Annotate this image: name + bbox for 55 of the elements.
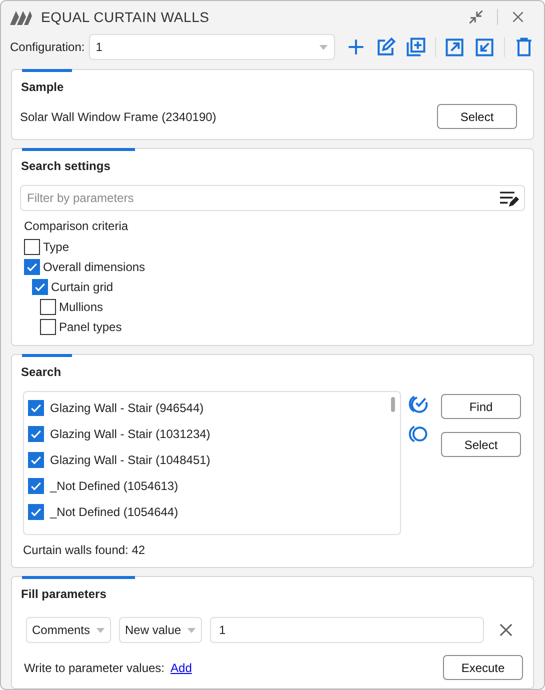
write-label: Write to parameter values:: [24, 660, 165, 676]
checkbox[interactable]: [24, 259, 40, 275]
duplicate-icon[interactable]: [405, 36, 427, 58]
import-icon[interactable]: [474, 36, 496, 58]
result-item[interactable]: Glazing Wall - Stair (946544): [28, 395, 396, 421]
caret-icon: [96, 628, 106, 632]
section-title: Search settings: [20, 158, 112, 175]
checkbox[interactable]: [28, 478, 44, 494]
filter-field[interactable]: Filter by parameters: [20, 185, 525, 211]
checkbox[interactable]: [28, 452, 44, 468]
checkbox[interactable]: [40, 299, 56, 315]
caret-icon: [187, 628, 196, 632]
close-icon[interactable]: [498, 622, 514, 638]
select-button[interactable]: Select: [441, 432, 521, 457]
export-icon[interactable]: [444, 36, 466, 58]
checkbox-label: Panel types: [59, 319, 122, 336]
checkbox-label: Overall dimensions: [43, 259, 146, 276]
checkbox-label: Curtain grid: [51, 279, 114, 296]
result-item[interactable]: Glazing Wall - Stair (1048451): [28, 447, 396, 473]
checkbox[interactable]: [24, 239, 40, 255]
result-item[interactable]: _Not Defined (1054644): [28, 499, 396, 525]
section-accent-bar: [22, 354, 72, 357]
add-link[interactable]: Add: [170, 658, 192, 676]
execute-button[interactable]: Execute: [443, 655, 523, 680]
section-accent-bar: [22, 69, 72, 72]
select-button[interactable]: Select: [437, 104, 517, 129]
list-edit-icon[interactable]: [498, 190, 519, 207]
checkbox[interactable]: [28, 400, 44, 416]
edit-icon[interactable]: [375, 36, 397, 58]
find-button[interactable]: Find: [441, 394, 521, 419]
caret-icon: [319, 44, 328, 50]
found-count: Curtain walls found: 42: [22, 542, 146, 559]
checkbox[interactable]: [28, 504, 44, 520]
checkbox-label: Type: [43, 239, 70, 256]
window-title: EQUAL CURTAIN WALLS: [41, 8, 210, 27]
checkbox[interactable]: [28, 426, 44, 442]
checkbox-label: Mullions: [59, 299, 104, 316]
sample-element: Solar Wall Window Frame (2340190): [20, 108, 216, 126]
parameter-dropdown[interactable]: Comments: [26, 617, 112, 643]
checkbox[interactable]: [32, 279, 48, 295]
configuration-label: Configuration:: [10, 39, 85, 56]
section-title: Fill parameters: [20, 586, 108, 603]
configuration-dropdown[interactable]: 1: [88, 34, 335, 60]
section-title: Sample: [20, 79, 65, 96]
checkbox[interactable]: [40, 319, 56, 335]
section-title: Search: [20, 364, 62, 381]
uncheck-all-icon[interactable]: [407, 423, 429, 445]
value-field[interactable]: 1: [210, 617, 484, 643]
result-item[interactable]: _Not Defined (1054613): [28, 473, 396, 499]
collapse-icon[interactable]: [467, 8, 485, 26]
result-item[interactable]: Glazing Wall - Stair (1031234): [28, 421, 396, 447]
mode-dropdown[interactable]: New value: [119, 617, 202, 643]
check-all-icon[interactable]: [407, 393, 429, 415]
scrollbar-thumb[interactable]: [391, 397, 395, 412]
criteria-label: Comparison criteria: [23, 218, 130, 235]
